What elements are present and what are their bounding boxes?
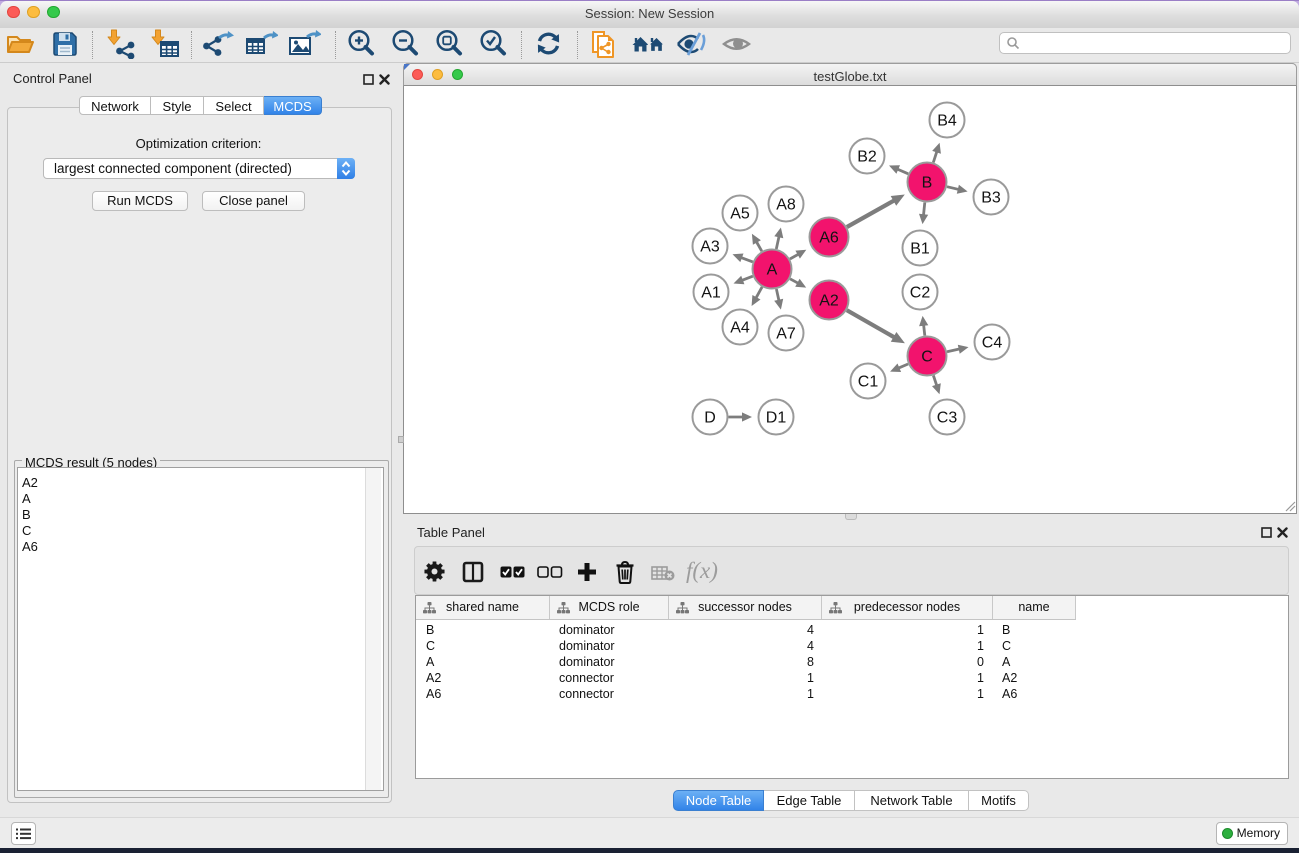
svg-text:A2: A2: [819, 293, 839, 310]
svg-text:B4: B4: [937, 113, 957, 130]
svg-text:B3: B3: [981, 190, 1001, 207]
svg-text:A4: A4: [730, 320, 750, 337]
svg-text:A5: A5: [730, 206, 750, 223]
svg-text:B: B: [922, 175, 933, 192]
svg-text:C4: C4: [982, 335, 1003, 352]
svg-text:D: D: [704, 410, 716, 427]
svg-text:A6: A6: [819, 230, 839, 247]
svg-text:A1: A1: [701, 285, 721, 302]
svg-text:C: C: [921, 349, 933, 366]
svg-text:A8: A8: [776, 197, 796, 214]
svg-text:A3: A3: [700, 239, 720, 256]
svg-text:C3: C3: [937, 410, 958, 427]
svg-text:B1: B1: [910, 241, 930, 258]
svg-text:A7: A7: [776, 326, 796, 343]
svg-text:C2: C2: [910, 285, 931, 302]
svg-text:B2: B2: [857, 149, 877, 166]
svg-text:D1: D1: [766, 410, 787, 427]
svg-text:A: A: [767, 262, 778, 279]
svg-text:C1: C1: [858, 374, 879, 391]
